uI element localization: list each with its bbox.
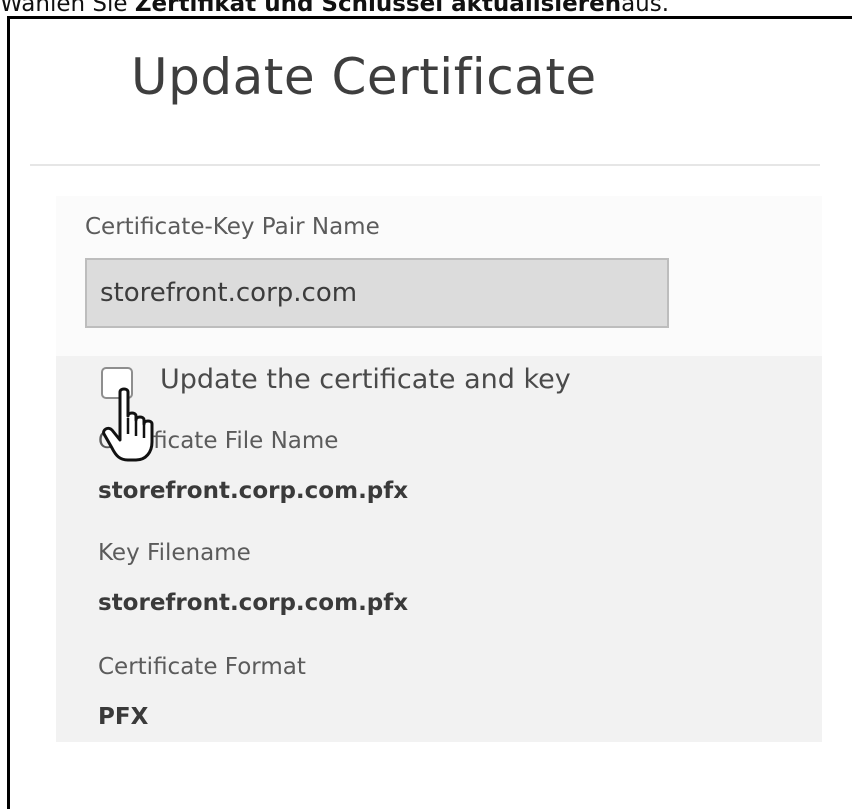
- title-divider: [30, 164, 820, 166]
- key-file-value: storefront.corp.com.pfx: [98, 590, 409, 616]
- cert-format-label: Certificate Format: [98, 654, 306, 680]
- instruction-caption: Wählen Sie Zertifikat und Schlüssel aktu…: [0, 0, 669, 17]
- caption-bold: Zertifikat und Schlüssel aktualisieren: [134, 0, 622, 17]
- key-file-label: Key Filename: [98, 540, 251, 566]
- pair-name-field[interactable]: storefront.corp.com: [85, 258, 669, 328]
- page: Wählen Sie Zertifikat und Schlüssel aktu…: [0, 0, 852, 809]
- pair-name-label: Certificate-Key Pair Name: [85, 214, 380, 240]
- caption-prefix: Wählen Sie: [0, 0, 135, 17]
- hand-pointer-icon: [102, 387, 154, 462]
- cert-format-value: PFX: [98, 704, 149, 730]
- caption-suffix: aus.: [621, 0, 670, 17]
- dialog-title: Update Certificate: [131, 48, 597, 106]
- cert-file-value: storefront.corp.com.pfx: [98, 478, 409, 504]
- update-cert-checkbox-label[interactable]: Update the certificate and key: [160, 364, 571, 395]
